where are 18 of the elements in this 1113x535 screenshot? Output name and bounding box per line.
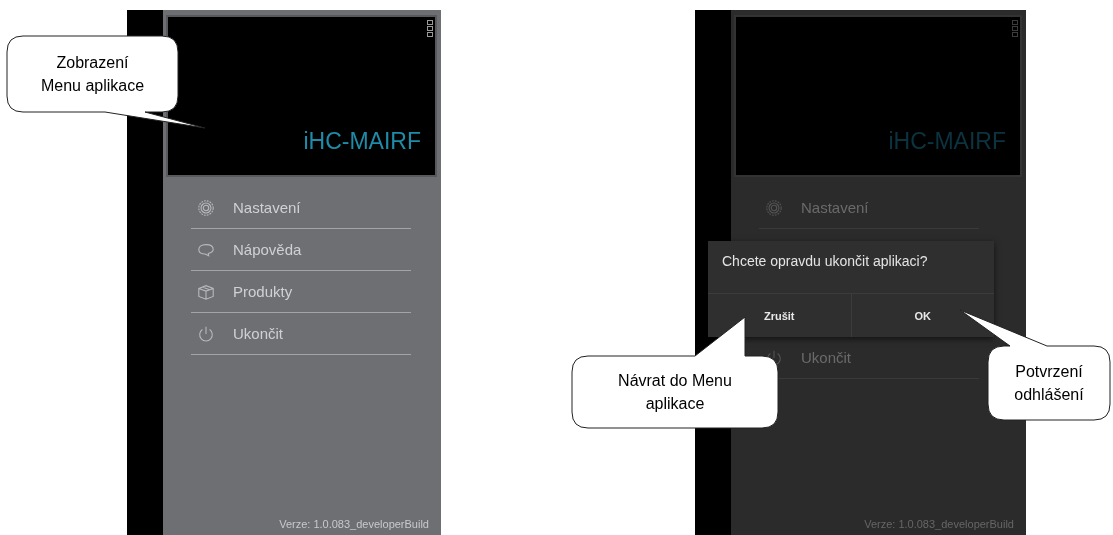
dialog-message: Chcete opravdu ukončit aplikaci?	[721, 252, 929, 271]
gear-icon	[197, 198, 215, 217]
menu-item[interactable]: Nastavení	[759, 187, 979, 229]
box-icon	[197, 282, 215, 301]
overflow-menu-icon[interactable]	[427, 20, 433, 38]
callout-tooltip-text: Návrat do Menu aplikace	[617, 370, 733, 414]
menu-item[interactable]: Nastavení	[191, 187, 411, 229]
version-text: Verze: 1.0.083_developerBuild	[279, 518, 429, 530]
power-icon	[197, 324, 215, 343]
menu-item[interactable]: Nápověda	[191, 229, 411, 271]
app-title: iHC-MAIRF	[303, 128, 421, 155]
callout-tooltip-text: Potvrzení odhlášení	[1014, 361, 1084, 405]
menu-item[interactable]: Ukončit	[191, 313, 411, 355]
menu-item[interactable]: Produkty	[191, 271, 411, 313]
callout-tooltip-text: Zobrazení Menu aplikace	[39, 52, 146, 96]
dialog-button[interactable]: Zrušit	[708, 294, 851, 337]
app-title: iHC-MAIRF	[888, 128, 1006, 155]
gear-icon	[765, 198, 783, 217]
